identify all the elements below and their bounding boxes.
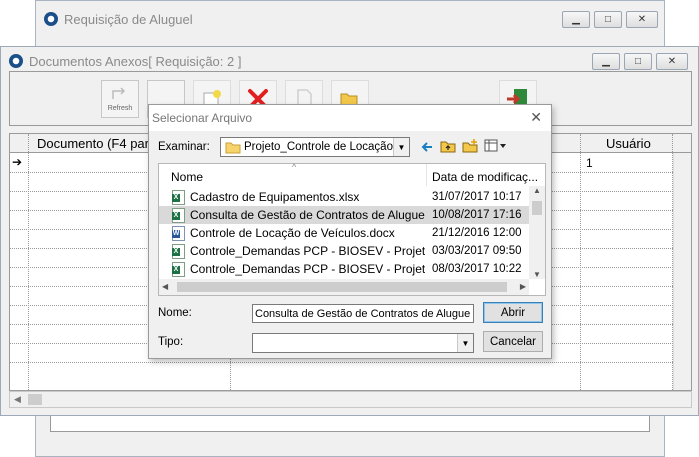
chevron-down-icon[interactable]: ▼ [457,334,473,352]
lookin-value: Projeto_Controle de Locação de [244,141,394,153]
scroll-left-arrow-icon[interactable]: ◀ [162,282,168,291]
app-icon [44,12,58,26]
column-header-date[interactable]: Data de modificaç... [432,170,538,184]
scroll-thumb[interactable] [532,201,542,215]
minimize-button[interactable]: ▁ [562,11,590,28]
word-file-icon: W [172,226,185,241]
bg-window-title: Requisição de Aluguel [64,11,193,27]
file-date: 31/07/2017 10:17 [432,191,522,203]
file-row-2[interactable]: W Controle de Locação de Veículos.docx 2… [159,224,531,242]
file-row-1-selected[interactable]: X Consulta de Gestão de Contratos de Alu… [159,206,531,224]
file-row-3[interactable]: X Controle_Demandas PCP - BIOSEV - Proje… [159,242,531,260]
excel-file-icon: X [172,208,185,223]
dialog-title: Selecionar Arquivo [152,111,253,125]
column-divider [426,164,427,186]
file-list-horizontal-scrollbar[interactable]: ◀ ▶ [159,279,529,295]
minimize-button[interactable]: ▁ [592,53,620,70]
column-header-name[interactable]: Nome [171,170,203,184]
file-date: 21/12/2016 12:00 [432,227,522,239]
file-date: 03/03/2017 09:50 [432,245,522,257]
dialog-close-icon[interactable]: ✕ [530,109,542,126]
scroll-down-arrow-icon[interactable]: ▼ [533,270,541,279]
chevron-down-icon[interactable]: ▼ [393,138,409,156]
bg-window-titlebar: Requisição de Aluguel ▁ □ ✕ [36,1,664,37]
file-name: Consulta de Gestão de Contratos de Alugu… [190,208,425,222]
scroll-left-arrow-icon[interactable]: ◀ [14,394,21,405]
refresh-label: Refresh [107,104,133,112]
bg-window-panel [50,414,650,432]
scroll-up-arrow-icon[interactable]: ▲ [533,186,541,195]
scroll-thumb[interactable] [177,282,507,292]
grid-column-usuario[interactable]: Usuário [606,136,651,151]
dialog-titlebar: Selecionar Arquivo ✕ [149,105,551,131]
filename-label: Nome: [158,307,192,319]
up-folder-icon[interactable] [440,139,456,153]
excel-file-icon: X [172,190,185,205]
excel-file-icon: X [172,244,185,259]
documents-window-title: Documentos Anexos[ Requisição: 2 ] [29,53,242,69]
open-button[interactable]: Abrir [483,302,543,323]
lookin-combo[interactable]: Projeto_Controle de Locação de ▼ [220,137,410,157]
file-name: Controle_Demandas PCP - BIOSEV - Projeto… [190,244,425,258]
file-date: 08/03/2017 10:22 [432,263,522,275]
row-pointer-icon: ➔ [12,155,23,169]
file-list[interactable]: ^ Nome Data de modificaç... X Cadastro d… [158,162,546,296]
grid-column-documento[interactable]: Documento (F4 para [37,136,156,151]
file-name: Controle_Demandas PCP - BIOSEV - Projeto… [190,262,425,276]
file-name: Cadastro de Equipamentos.xlsx [190,190,360,204]
scroll-right-arrow-icon[interactable]: ▶ [520,282,526,291]
refresh-icon [112,86,126,99]
maximize-button[interactable]: □ [594,11,622,28]
scroll-thumb[interactable] [28,394,42,405]
sort-arrow-icon: ^ [292,162,297,172]
open-file-dialog: Selecionar Arquivo ✕ Examinar: Projeto_C… [148,104,552,359]
close-button[interactable]: ✕ [656,53,688,70]
cell-usuario: 1 [586,156,593,170]
file-row-0[interactable]: X Cadastro de Equipamentos.xlsx 31/07/20… [159,188,531,206]
lookin-label: Examinar: [158,141,210,153]
excel-file-icon: X [172,262,185,277]
filetype-combo[interactable]: ▼ [252,333,474,353]
folder-icon [225,142,241,153]
cancel-button[interactable]: Cancelar [483,331,543,352]
filename-input[interactable] [252,304,474,323]
file-date: 10/08/2017 17:16 [432,209,522,221]
back-arrow-icon[interactable] [420,140,434,154]
filetype-label: Tipo: [158,336,184,348]
grid-horizontal-scrollbar[interactable]: ◀ [9,391,692,408]
new-folder-icon[interactable] [462,139,478,153]
file-list-vertical-scrollbar[interactable]: ▲ ▼ [529,186,545,279]
file-name: Controle de Locação de Veículos.docx [190,226,395,240]
close-button[interactable]: ✕ [626,11,658,28]
grid-vertical-scrollbar[interactable] [673,153,691,390]
view-menu-icon[interactable] [484,139,508,153]
refresh-button[interactable]: Refresh [101,80,139,118]
file-row-4[interactable]: X Controle_Demandas PCP - BIOSEV - Proje… [159,260,531,278]
app-icon [9,54,23,68]
maximize-button[interactable]: □ [624,53,652,70]
